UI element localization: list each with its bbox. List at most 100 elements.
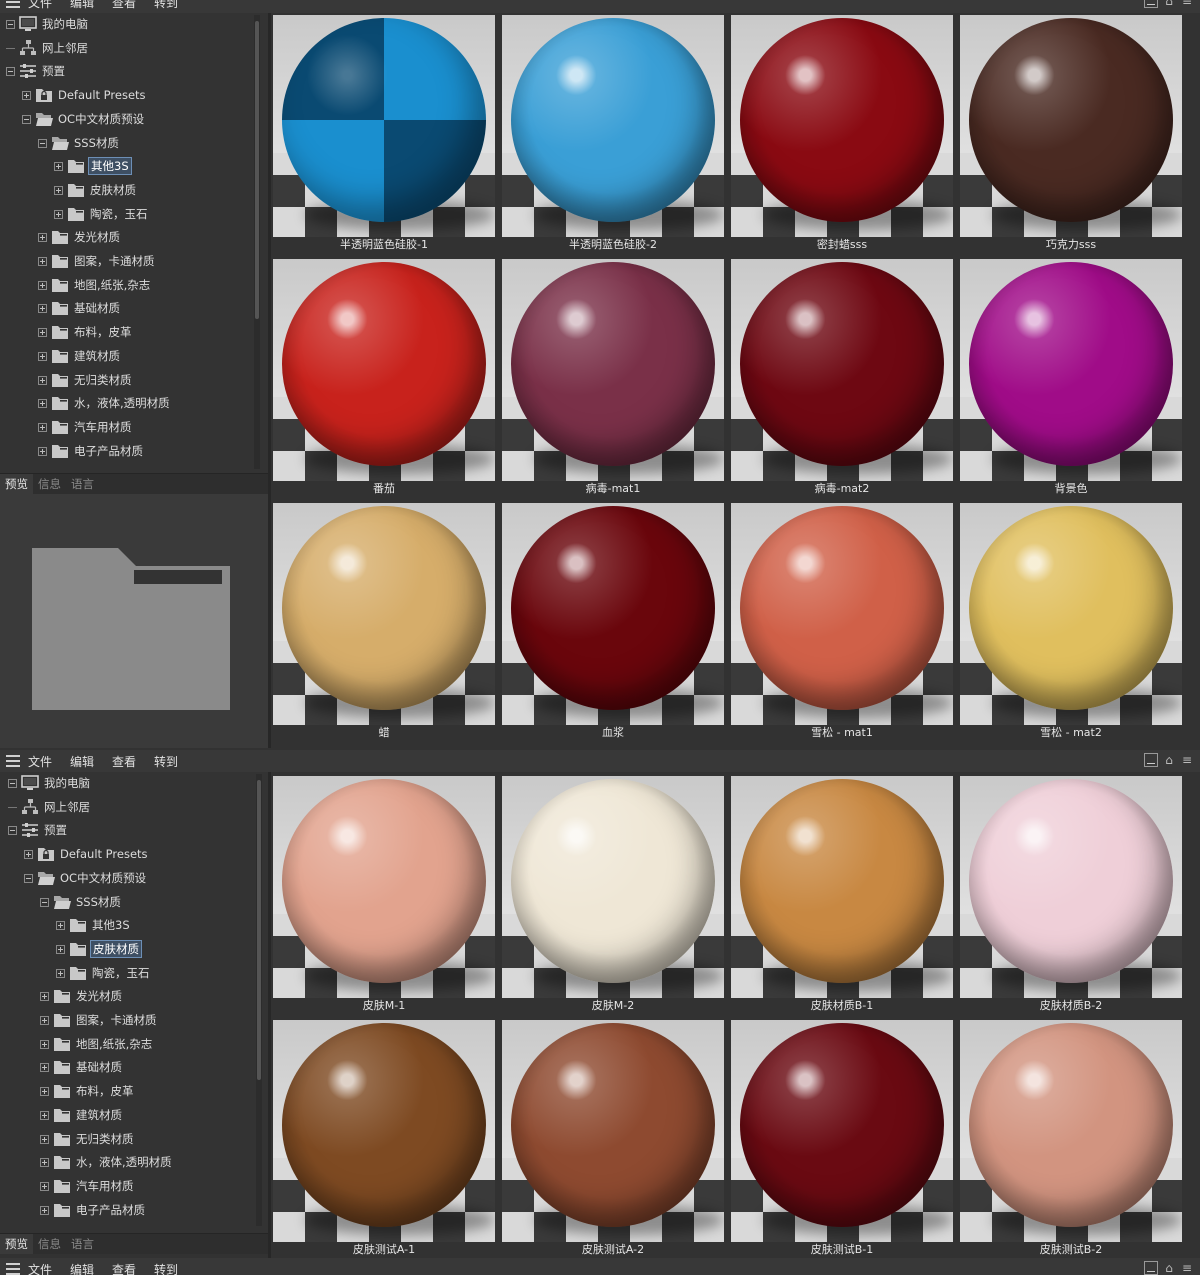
tree-item[interactable]: 图案，卡通材质 [0, 250, 262, 272]
panel-menu-icon[interactable]: ≡ [1180, 753, 1194, 767]
expand-icon[interactable] [40, 1158, 49, 1168]
tree-item[interactable]: 电子产品材质 [0, 440, 262, 462]
tree-item[interactable]: 地图,纸张,杂志 [0, 1033, 262, 1055]
material-card[interactable]: 病毒-mat1 [500, 259, 724, 497]
tree-item[interactable]: 电子产品材质 [0, 1199, 262, 1221]
material-card[interactable]: 巧克力sss [958, 15, 1182, 253]
expand-icon[interactable] [40, 1039, 49, 1049]
tree-item[interactable]: 皮肤材质 [0, 938, 262, 960]
expand-icon[interactable] [40, 1181, 49, 1191]
expand-icon[interactable] [40, 1134, 49, 1144]
expand-icon[interactable] [38, 446, 47, 456]
tab-language[interactable]: 语言 [66, 474, 99, 494]
collapse-icon[interactable] [22, 114, 31, 124]
minimize-icon[interactable] [1144, 0, 1158, 8]
expand-icon[interactable] [22, 91, 31, 101]
tree-item[interactable]: 预置 [0, 819, 262, 841]
expand-icon[interactable] [40, 1016, 49, 1025]
collapse-icon[interactable] [8, 826, 17, 836]
expand-icon[interactable] [40, 992, 49, 1002]
panel-menu-icon[interactable]: ≡ [1180, 1261, 1194, 1275]
tree-item[interactable]: 陶瓷，玉石 [0, 203, 262, 225]
collapse-icon[interactable] [6, 20, 15, 29]
tree-item[interactable]: 陶瓷，玉石 [0, 962, 262, 984]
collapse-icon[interactable] [38, 138, 47, 148]
material-card[interactable]: 蜡 [271, 503, 495, 741]
tab-preview[interactable]: 预览 [0, 1234, 33, 1254]
expand-icon[interactable] [40, 1087, 49, 1097]
material-card[interactable]: 半透明蓝色硅胶-2 [500, 15, 724, 253]
tree-item[interactable]: 汽车用材质 [0, 1175, 262, 1197]
tree-item[interactable]: 基础材质 [0, 297, 262, 319]
expand-icon[interactable] [40, 1110, 49, 1120]
expand-icon[interactable] [54, 185, 63, 195]
expand-icon[interactable] [38, 351, 47, 361]
tree-item[interactable]: 网上邻居 [0, 37, 262, 59]
menu-goto[interactable]: 转到 [154, 0, 178, 11]
tree-item[interactable]: 皮肤材质 [0, 179, 262, 201]
material-card[interactable]: 皮肤材质B-1 [729, 776, 953, 1014]
tab-info[interactable]: 信息 [33, 1234, 66, 1254]
tree-item[interactable]: 其他3S [0, 155, 262, 177]
menu-file[interactable]: 文件 [28, 753, 52, 770]
tree-item[interactable]: OC中文材质预设 [0, 108, 262, 130]
top-tree-scrollbar[interactable] [254, 15, 260, 469]
expand-icon[interactable] [40, 1205, 49, 1215]
tree-item[interactable]: 我的电脑 [0, 772, 262, 794]
menu-goto[interactable]: 转到 [154, 753, 178, 770]
minimize-icon[interactable] [1144, 753, 1158, 767]
tree-item[interactable]: 布料，皮革 [0, 1080, 262, 1102]
collapse-icon[interactable] [8, 779, 17, 788]
tree-item[interactable]: 建筑材质 [0, 1104, 262, 1126]
material-card[interactable]: 密封蜡sss [729, 15, 953, 253]
expand-icon[interactable] [38, 233, 47, 243]
tree-item[interactable]: 水，液体,透明材质 [0, 392, 262, 414]
hamburger-menu-icon[interactable] [6, 755, 20, 767]
maximize-icon[interactable]: ⌂ [1162, 753, 1176, 767]
tree-item[interactable]: 其他3S [0, 914, 262, 936]
material-card[interactable]: 皮肤测试B-1 [729, 1020, 953, 1258]
expand-icon[interactable] [38, 257, 47, 266]
tree-item[interactable]: 发光材质 [0, 226, 262, 248]
tree-item[interactable]: OC中文材质预设 [0, 867, 262, 889]
tree-item[interactable]: Default Presets [0, 84, 262, 106]
panel-menu-icon[interactable]: ≡ [1180, 0, 1194, 8]
expand-icon[interactable] [38, 280, 47, 290]
tree-item[interactable]: 基础材质 [0, 1056, 262, 1078]
tree-item[interactable]: 水，液体,透明材质 [0, 1151, 262, 1173]
menu-edit[interactable]: 编辑 [70, 1261, 94, 1275]
material-card[interactable]: 皮肤M-2 [500, 776, 724, 1014]
tree-item[interactable]: 图案，卡通材质 [0, 1009, 262, 1031]
tree-item[interactable]: 发光材质 [0, 985, 262, 1007]
tree-item[interactable]: 无归类材质 [0, 1128, 262, 1150]
tree-item[interactable]: 汽车用材质 [0, 416, 262, 438]
maximize-icon[interactable]: ⌂ [1162, 0, 1176, 8]
hamburger-menu-icon[interactable] [6, 0, 20, 8]
material-card[interactable]: 皮肤测试A-2 [500, 1020, 724, 1258]
expand-icon[interactable] [24, 850, 33, 860]
tree-item[interactable]: SSS材质 [0, 891, 262, 913]
expand-icon[interactable] [40, 1063, 49, 1073]
material-card[interactable]: 雪松 - mat2 [958, 503, 1182, 741]
expand-icon[interactable] [38, 375, 47, 385]
maximize-icon[interactable]: ⌂ [1162, 1261, 1176, 1275]
tree-item[interactable]: 我的电脑 [0, 13, 262, 35]
material-card[interactable]: 皮肤测试B-2 [958, 1020, 1182, 1258]
collapse-icon[interactable] [24, 873, 33, 883]
tree-item[interactable]: 建筑材质 [0, 345, 262, 367]
hamburger-menu-icon[interactable] [6, 1263, 20, 1275]
expand-icon[interactable] [54, 209, 63, 219]
tree-item[interactable]: 地图,纸张,杂志 [0, 274, 262, 296]
menu-view[interactable]: 查看 [112, 1261, 136, 1275]
material-card[interactable]: 番茄 [271, 259, 495, 497]
expand-icon[interactable] [56, 944, 65, 954]
expand-icon[interactable] [56, 921, 65, 931]
menu-file[interactable]: 文件 [28, 0, 52, 11]
material-card[interactable]: 病毒-mat2 [729, 259, 953, 497]
expand-icon[interactable] [38, 399, 47, 409]
tab-language[interactable]: 语言 [66, 1234, 99, 1254]
tab-info[interactable]: 信息 [33, 474, 66, 494]
expand-icon[interactable] [38, 422, 47, 432]
collapse-icon[interactable] [6, 67, 15, 77]
menu-edit[interactable]: 编辑 [70, 0, 94, 11]
